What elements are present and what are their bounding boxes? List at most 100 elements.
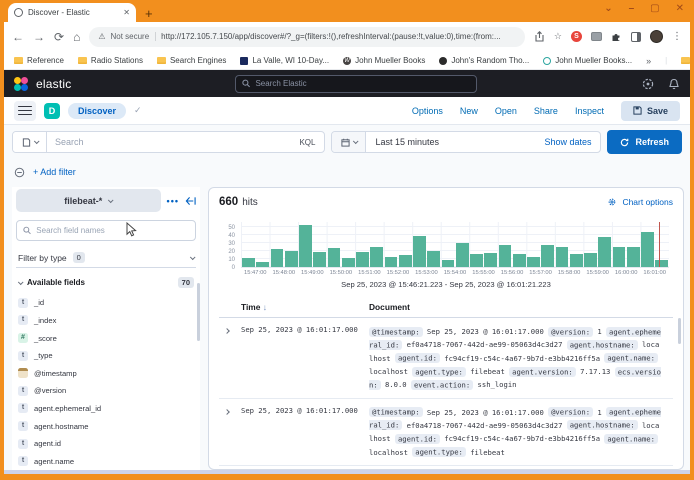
kql-search-box[interactable]: KQL — [12, 131, 325, 153]
field-key-badge[interactable]: agent.id: — [395, 353, 440, 363]
bookmark-item[interactable]: John's Random Tho... — [439, 56, 529, 65]
browser-tab[interactable]: Discover - Elastic ✕ — [8, 3, 136, 22]
share-icon[interactable] — [534, 31, 545, 42]
address-bar[interactable]: ⚠ Not secure http://172.105.7.150/app/di… — [89, 27, 525, 47]
histogram-bar[interactable] — [242, 258, 255, 267]
histogram-bar[interactable] — [499, 245, 512, 267]
close-button[interactable]: ✕ — [676, 3, 684, 14]
alerts-bell-icon[interactable] — [668, 78, 680, 90]
histogram-bar[interactable] — [285, 251, 298, 267]
field-item[interactable]: t_type — [16, 347, 196, 365]
space-badge[interactable]: D — [44, 103, 60, 119]
histogram-bar[interactable] — [527, 257, 540, 267]
histogram-bar[interactable] — [598, 237, 611, 267]
sort-desc-icon[interactable]: ↓ — [263, 302, 267, 312]
field-item[interactable]: tagent.hostname — [16, 417, 196, 435]
tab-search-icon[interactable]: ⌄ — [604, 3, 612, 14]
field-key-badge[interactable]: agent.name: — [604, 434, 658, 444]
histogram-bar[interactable] — [356, 252, 369, 267]
table-scrollbar[interactable] — [678, 318, 681, 344]
forward-icon[interactable]: → — [33, 31, 45, 43]
field-key-badge[interactable]: @timestamp: — [369, 407, 423, 417]
histogram-bar[interactable] — [570, 254, 583, 267]
histogram-bar[interactable] — [627, 247, 640, 267]
menu-item-inspect[interactable]: Inspect — [575, 106, 604, 116]
new-tab-button[interactable]: + — [145, 7, 153, 20]
field-item[interactable]: t_id — [16, 294, 196, 312]
table-row[interactable]: Sep 25, 2023 @ 16:01:17.000@timestamp: S… — [219, 399, 673, 466]
time-range-value[interactable]: Last 15 minutes — [366, 137, 544, 147]
help-icon[interactable] — [642, 78, 654, 90]
time-column-header[interactable]: Time ↓ — [241, 302, 369, 312]
index-pattern-options-icon[interactable]: ••• — [167, 196, 179, 206]
save-button[interactable]: Save — [621, 101, 680, 121]
elastic-logo-icon[interactable] — [14, 77, 28, 91]
collapse-sidebar-icon[interactable] — [185, 196, 196, 206]
add-filter-button[interactable]: + Add filter — [33, 167, 76, 177]
query-input[interactable] — [47, 137, 290, 147]
menu-item-options[interactable]: Options — [412, 106, 443, 116]
histogram-bar[interactable] — [328, 248, 341, 267]
field-key-badge[interactable]: agent.id: — [395, 434, 440, 444]
histogram-bar[interactable] — [313, 252, 326, 267]
field-key-badge[interactable]: agent.hostname: — [567, 420, 638, 430]
filter-by-type-dropdown[interactable]: Filter by type 0 — [16, 248, 196, 268]
global-search-input[interactable] — [255, 79, 470, 88]
chart-options-button[interactable]: Chart options — [607, 197, 673, 207]
reload-icon[interactable]: ⟳ — [54, 31, 64, 43]
field-search-box[interactable] — [16, 220, 196, 241]
bookmark-item[interactable]: Reference — [14, 56, 64, 65]
sidebar-scrollbar[interactable] — [197, 283, 200, 341]
histogram-bar[interactable] — [442, 260, 455, 267]
field-key-badge[interactable]: agent.hostname: — [567, 340, 638, 350]
histogram-bar[interactable] — [299, 225, 312, 267]
field-key-badge[interactable]: agent.type: — [412, 447, 466, 457]
maximize-button[interactable]: ▢ — [650, 3, 659, 14]
bookmark-item[interactable]: WJohn Mueller Books — [343, 56, 425, 65]
histogram-bar[interactable] — [613, 247, 626, 267]
home-icon[interactable]: ⌂ — [73, 31, 80, 43]
side-panel-icon[interactable] — [631, 32, 641, 42]
bookmark-item[interactable]: La Valle, WI 10-Day... — [240, 56, 329, 65]
histogram-bar[interactable] — [399, 255, 412, 267]
histogram-bar[interactable] — [484, 253, 497, 267]
field-item[interactable]: tagent.id — [16, 435, 196, 453]
field-key-badge[interactable]: @version: — [548, 327, 593, 337]
profile-avatar[interactable] — [650, 30, 663, 43]
all-bookmarks-button[interactable]: All Bookmarks — [681, 56, 690, 65]
expand-row-icon[interactable] — [225, 325, 241, 392]
histogram-bar[interactable] — [456, 243, 469, 267]
histogram-bar[interactable] — [655, 260, 668, 267]
bookmark-item[interactable]: Search Engines — [157, 56, 226, 65]
show-dates-button[interactable]: Show dates — [544, 137, 600, 147]
histogram-bar[interactable] — [413, 236, 426, 267]
field-item[interactable]: @timestamp — [16, 364, 196, 382]
histogram-bar[interactable] — [370, 247, 383, 267]
field-search-input[interactable] — [36, 226, 189, 235]
extensions-puzzle-icon[interactable] — [611, 31, 622, 42]
histogram-bar[interactable] — [513, 254, 526, 267]
field-item[interactable]: tagent.name — [16, 452, 196, 470]
bookmark-star-icon[interactable]: ☆ — [554, 31, 562, 42]
field-item[interactable]: t_index — [16, 312, 196, 330]
field-item[interactable]: #_score — [16, 329, 196, 347]
breadcrumb-discover[interactable]: Discover — [68, 103, 126, 119]
index-pattern-selector[interactable]: filebeat-* — [16, 189, 161, 212]
bookmarks-overflow-icon[interactable]: » — [646, 56, 651, 66]
refresh-button[interactable]: Refresh — [607, 130, 682, 154]
expand-row-icon[interactable] — [225, 406, 241, 459]
field-item[interactable]: t@version — [16, 382, 196, 400]
date-picker[interactable]: Last 15 minutes Show dates — [331, 131, 601, 153]
histogram-bar[interactable] — [584, 253, 597, 267]
histogram-bar[interactable] — [541, 245, 554, 267]
histogram-bar[interactable] — [256, 262, 269, 267]
saved-query-menu-button[interactable] — [13, 132, 47, 152]
available-fields-header[interactable]: Available fields 70 — [16, 277, 196, 288]
field-key-badge[interactable]: agent.type: — [412, 367, 466, 377]
histogram-bar[interactable] — [556, 247, 569, 267]
query-language-button[interactable]: KQL — [290, 138, 324, 147]
table-row[interactable]: Sep 25, 2023 @ 16:01:17.000@timestamp: S… — [219, 318, 673, 399]
back-icon[interactable]: ← — [12, 31, 24, 43]
menu-item-new[interactable]: New — [460, 106, 478, 116]
field-key-badge[interactable]: @version: — [548, 407, 593, 417]
